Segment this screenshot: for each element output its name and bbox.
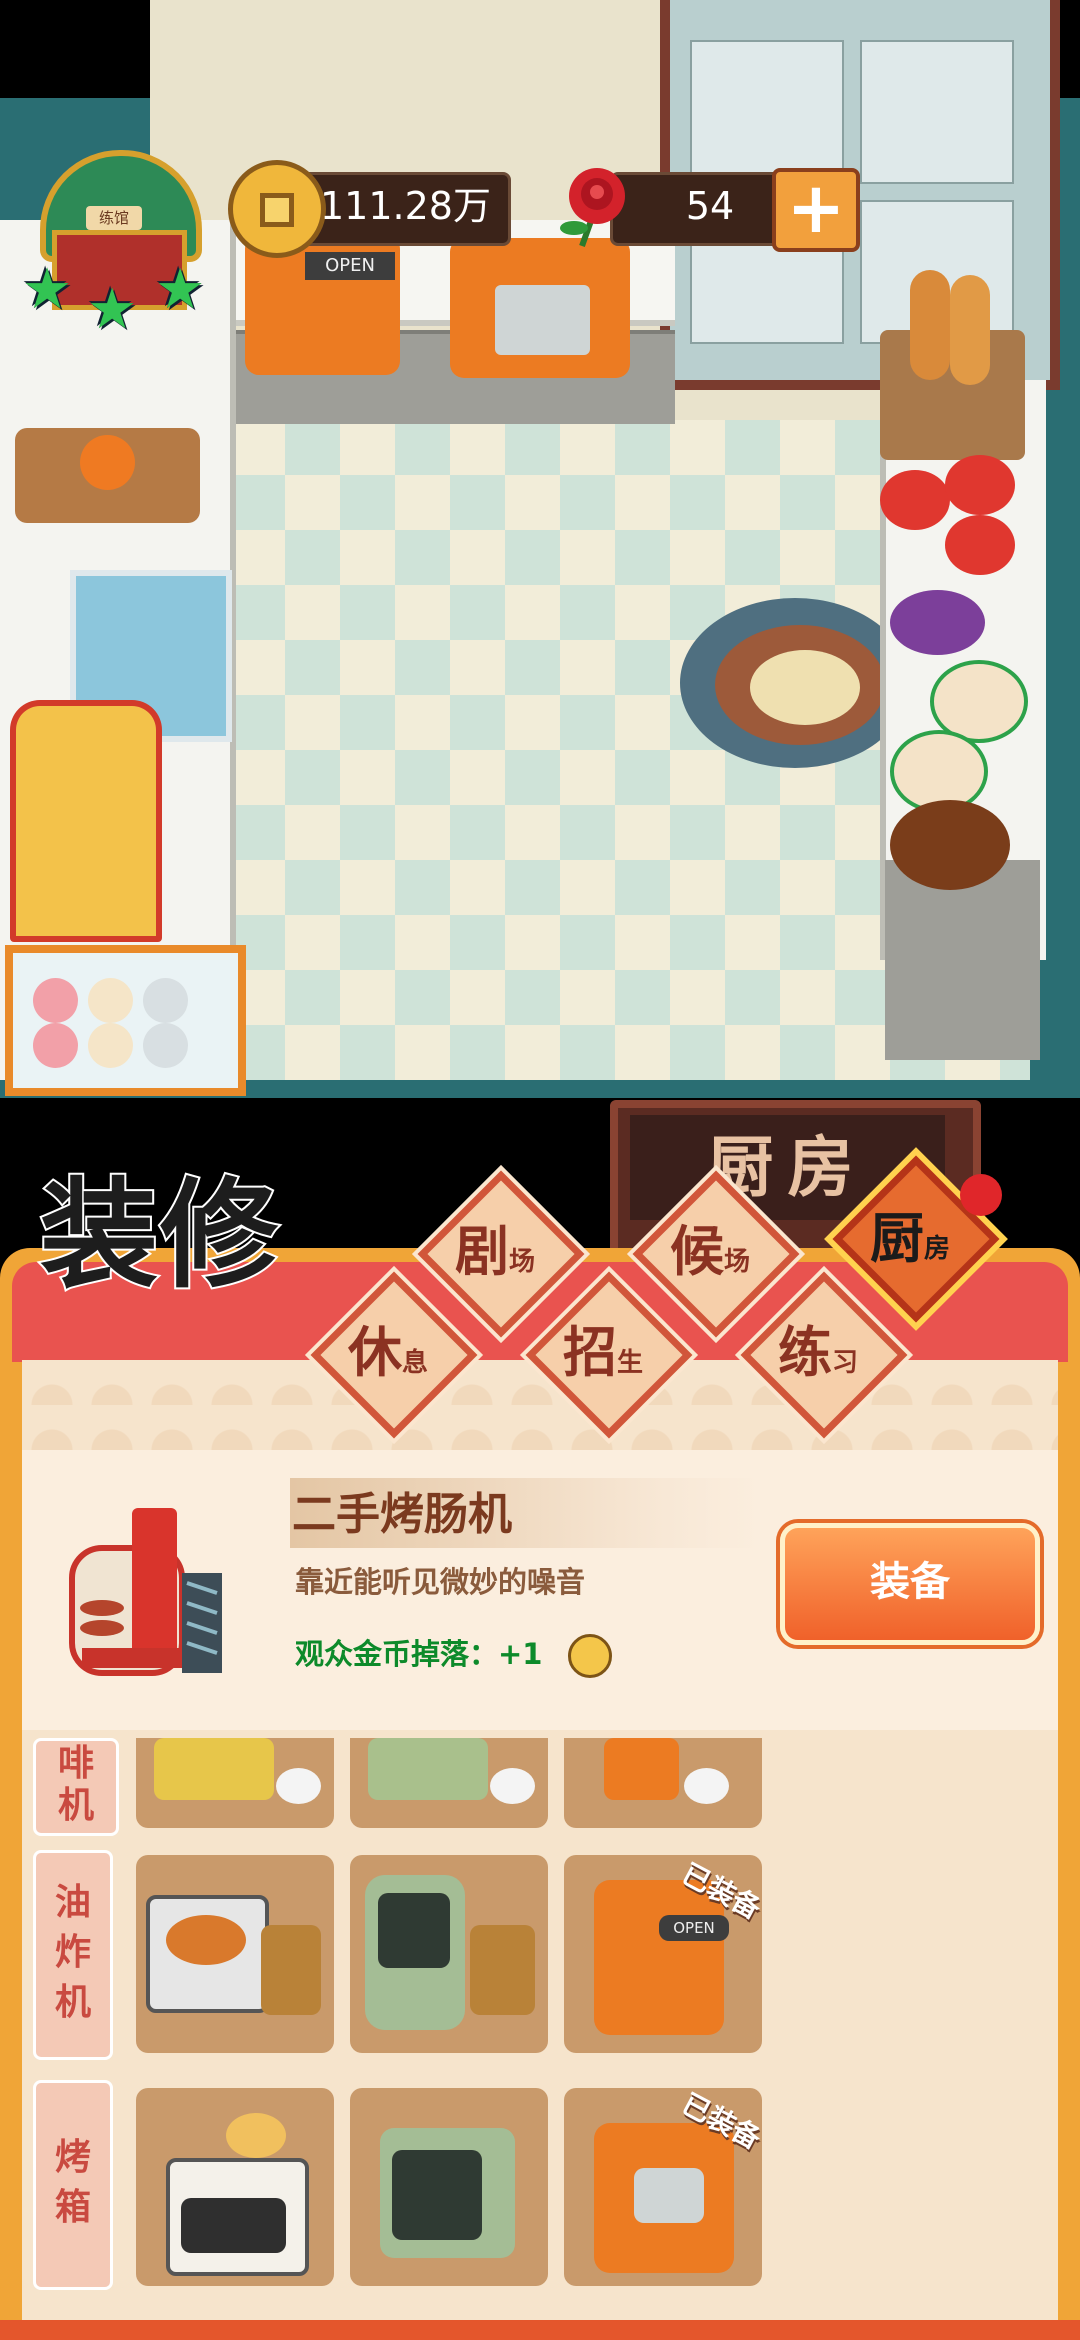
tab-label: 练 [777,1321,832,1384]
category-tag-fryer: 油炸机 [33,1850,113,2060]
tab-label: 厨 [869,1207,924,1270]
dish-bowl [880,470,950,530]
right-cabinet [885,860,1040,1060]
sausage-roaster-thumbnail [69,1508,222,1676]
star-icon: ★ [155,257,206,322]
rose-icon [560,168,625,248]
tab-sublabel: 场 [723,1247,750,1277]
tab-rest[interactable]: 休息 [318,1296,458,1436]
coffee-cups [890,800,1010,890]
dish-bowl [945,515,1015,575]
category-tag-oven: 烤箱 [33,2080,113,2290]
orange-fruit [80,435,135,490]
oven-window [495,285,590,355]
tab-label: 休 [347,1321,402,1384]
item-slot-oven-1[interactable] [136,2088,334,2286]
tab-sublabel: 习 [831,1348,858,1378]
bread-bag [880,270,1025,460]
notification-dot [960,1174,1002,1216]
star-icon: ★ [22,257,73,322]
sausage-roaster[interactable] [10,700,162,942]
panel-title: 装修 [38,1166,281,1304]
item-description: 靠近能听见微妙的噪音 [295,1565,586,1599]
equip-button[interactable]: 装备 [780,1523,1040,1645]
category-tag-coffee: 啡机 [33,1738,119,1836]
item-title: 二手烤肠机 [292,1489,512,1540]
fruit-plate [890,590,985,655]
item-slot-fryer-2[interactable] [350,1855,548,2053]
tab-label: 招 [562,1321,617,1384]
fryer-open-sign: OPEN [659,1915,729,1941]
tab-label: 剧 [454,1220,509,1283]
floor-rug-center [750,650,860,725]
tab-sublabel: 生 [616,1348,643,1378]
item-bonus: 观众金币掉落：+1 [295,1637,543,1671]
restaurant-badge-plate: 练馆 [86,206,142,230]
dish-bowl [945,455,1015,515]
dessert-display[interactable] [5,945,246,1096]
tab-sublabel: 息 [401,1348,428,1378]
item-slot-oven-2[interactable] [350,2088,548,2286]
rose-value: 54 [685,184,735,228]
item-slot[interactable] [350,1738,548,1828]
tab-recruit[interactable]: 招生 [533,1296,673,1436]
tab-practice[interactable]: 练习 [748,1296,888,1436]
tab-label: 候 [669,1220,724,1283]
star-icon: ★ [87,277,138,342]
tab-sublabel: 房 [923,1234,950,1264]
item-slot[interactable] [136,1738,334,1828]
coin-icon [568,1634,612,1678]
coin-hole [260,193,294,227]
tab-sublabel: 场 [508,1247,535,1277]
coin-value: 111.28万 [320,184,491,228]
fryer-open-sign: OPEN [305,252,395,280]
panel-bottom-edge [0,2320,1080,2340]
add-roses-button[interactable]: + [772,168,860,252]
item-slot-fryer-1[interactable] [136,1855,334,2053]
item-slot[interactable] [564,1738,762,1828]
